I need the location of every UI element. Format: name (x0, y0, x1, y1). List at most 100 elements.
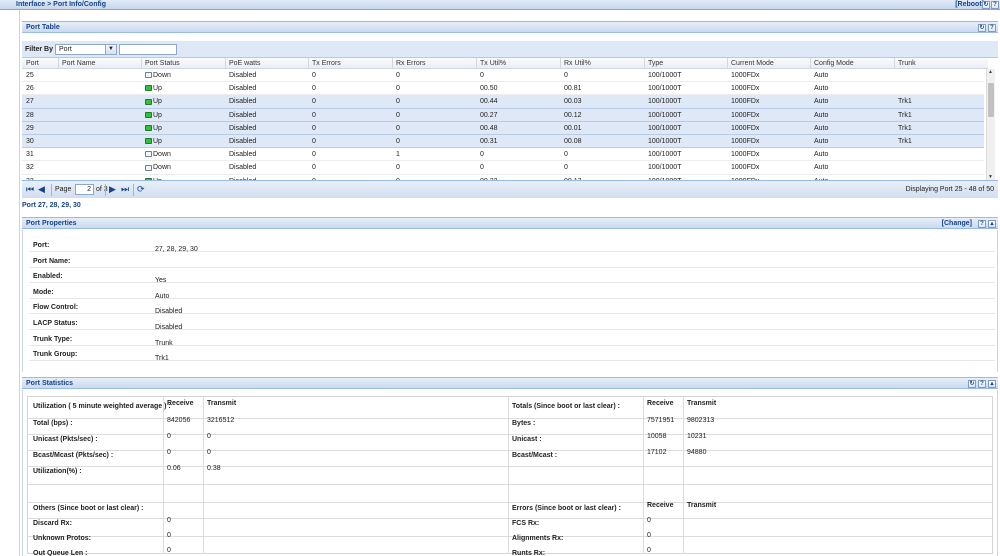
cell-cfg-mode: Auto (814, 138, 829, 145)
filter-select[interactable]: Port ▼ (55, 44, 117, 55)
port-table-header: Port Table ↻ ? (22, 21, 998, 33)
cell-tx-util: 00.31 (480, 138, 498, 145)
table-row[interactable]: 32 Down Disabled 0 0 0 0 100/1000T 1000FDx Auto (22, 161, 984, 175)
port-up-icon (145, 85, 152, 92)
column-header[interactable]: Port Status (145, 60, 180, 67)
refresh-icon[interactable]: ↻ (978, 24, 986, 32)
port-status: Up (145, 125, 162, 132)
last-page-icon[interactable]: ⏭ (121, 185, 129, 194)
others-header: Others (Since boot or last clear) : (33, 505, 144, 512)
property-key: Port: (33, 242, 50, 249)
port-status-text: Down (153, 151, 171, 159)
stat-receive: 7571951 (647, 417, 675, 424)
cell-port: 31 (26, 151, 34, 159)
refresh-icon[interactable]: ↻ (982, 1, 990, 9)
cell-cfg-mode: Auto (814, 72, 829, 79)
chevron-down-icon[interactable]: ▼ (105, 45, 116, 54)
cell-cur-mode: 1000FDx (731, 85, 760, 93)
help-icon[interactable]: ? (978, 380, 986, 388)
cell-port: 30 (26, 138, 34, 145)
cell-trunk: Trk1 (898, 98, 912, 106)
help-icon[interactable]: ? (988, 24, 996, 32)
cell-rx-util: 0 (564, 72, 568, 79)
port-table-column-headers: Port Port Name Port Status PoE watts Tx Erro… (22, 58, 988, 69)
column-header[interactable]: Trunk (898, 60, 916, 67)
property-row: Trunk Group: Trk1 (29, 345, 995, 363)
filter-bar: Filter By : Port ▼ (22, 41, 998, 58)
help-icon[interactable]: ? (978, 220, 986, 228)
column-header[interactable]: Current Mode (731, 60, 774, 67)
scroll-up-icon[interactable]: ▲ (988, 69, 993, 75)
stat-value: 0 (647, 517, 651, 524)
property-value: Trk1 (155, 355, 169, 363)
transmit-header: Transmit (687, 400, 717, 407)
filter-input[interactable] (119, 44, 177, 55)
stat-value: 0 (167, 517, 171, 524)
column-header[interactable]: Tx Util% (480, 60, 506, 67)
property-key: Trunk Group: (33, 351, 78, 359)
stat-label: Unknown Protos: (33, 535, 91, 542)
next-page-icon[interactable]: ▶ (109, 185, 116, 194)
stat-receive: 0 (167, 433, 171, 440)
port-table-scrollbar[interactable]: ▲ ▼ (986, 69, 995, 180)
cell-poe: Disabled (229, 151, 257, 159)
stat-label: Total (bps) : (33, 420, 73, 427)
column-header[interactable]: Tx Errors (312, 60, 341, 67)
column-header[interactable]: PoE watts (229, 60, 261, 67)
port-down-icon (145, 72, 152, 79)
table-row[interactable]: 30 Up Disabled 0 0 00.31 00.08 100/1000T 1000FDx… (22, 135, 984, 149)
column-header[interactable]: Port Name (62, 60, 95, 67)
column-header[interactable]: Rx Errors (396, 60, 426, 67)
cell-rx-util: 0 (564, 164, 568, 172)
cell-rx-util: 00.08 (564, 138, 582, 145)
change-link[interactable]: [Change] (942, 220, 972, 227)
reboot-link[interactable]: [Reboot] (955, 1, 984, 8)
collapse-icon[interactable]: ▴ (988, 380, 996, 388)
table-row[interactable]: 31 Down Disabled 0 1 0 0 100/1000T 1000FDx Auto (22, 148, 984, 162)
cell-tx-err: 0 (312, 98, 316, 106)
cell-tx-util: 0 (480, 151, 484, 159)
column-header[interactable]: Config Mode (814, 60, 854, 67)
cell-poe: Disabled (229, 138, 257, 145)
stat-receive: 0 (167, 449, 171, 456)
port-table-body: 25 Down Disabled 0 0 0 0 100/1000T 1000FDx Auto 26… (22, 69, 984, 180)
cell-cur-mode: 1000FDx (731, 98, 760, 106)
column-header[interactable]: Type (648, 60, 663, 67)
help-icon[interactable]: ? (991, 1, 999, 9)
first-page-icon[interactable]: ⏮ (26, 185, 34, 194)
stat-label: Unicast (Pkts/sec) : (33, 436, 98, 443)
collapse-icon[interactable]: ▴ (988, 220, 996, 228)
table-row[interactable]: 25 Down Disabled 0 0 0 0 100/1000T 1000FDx Auto (22, 69, 984, 83)
table-row[interactable]: 27 Up Disabled 0 0 00.44 00.03 100/1000T 1000FDx… (22, 95, 984, 109)
refresh-icon[interactable]: ↻ (968, 380, 976, 388)
stat-receive: 842056 (167, 417, 191, 424)
cell-cur-mode: 1000FDx (731, 138, 760, 145)
page-input[interactable]: 2 (75, 184, 94, 195)
cell-cfg-mode: Auto (814, 151, 829, 159)
cell-poe: Disabled (229, 124, 257, 132)
cell-type: 100/1000T (648, 164, 682, 172)
refresh-icon[interactable]: ⟳ (137, 185, 145, 194)
cell-type: 100/1000T (648, 98, 682, 106)
column-header[interactable]: Port (26, 60, 39, 67)
selection-title: Port 27, 28, 29, 30 (22, 202, 81, 209)
prev-page-icon[interactable]: ◀ (38, 185, 45, 194)
column-header[interactable]: Rx Util% (564, 60, 591, 67)
property-row: LACP Status: Disabled (29, 314, 995, 331)
top-bar: Interface > Port Info/Config [Reboot] ↻ … (0, 0, 1000, 10)
table-row[interactable]: 26 Up Disabled 0 0 00.50 00.81 100/1000T 1000FDx… (22, 82, 984, 96)
cell-tx-err: 0 (312, 164, 316, 172)
table-row[interactable]: 28 Up Disabled 0 0 00.27 00.12 100/1000T 1000FDx… (22, 108, 984, 122)
port-status: Down (145, 72, 171, 79)
scrollbar-thumb[interactable] (988, 83, 994, 117)
cell-tx-err: 0 (312, 138, 316, 145)
cell-poe: Disabled (229, 72, 257, 79)
port-statistics-body: Utilization ( 5 minute weighted average … (22, 390, 998, 556)
cell-cfg-mode: Auto (814, 85, 829, 93)
table-row[interactable]: 29 Up Disabled 0 0 00.48 00.01 100/1000T 1000FDx… (22, 121, 984, 135)
cell-rx-util: 00.03 (564, 98, 582, 106)
stat-label: Unicast : (512, 436, 542, 443)
cell-rx-util: 00.01 (564, 124, 582, 132)
cell-tx-err: 0 (312, 151, 316, 159)
page-label: Page (55, 186, 72, 193)
